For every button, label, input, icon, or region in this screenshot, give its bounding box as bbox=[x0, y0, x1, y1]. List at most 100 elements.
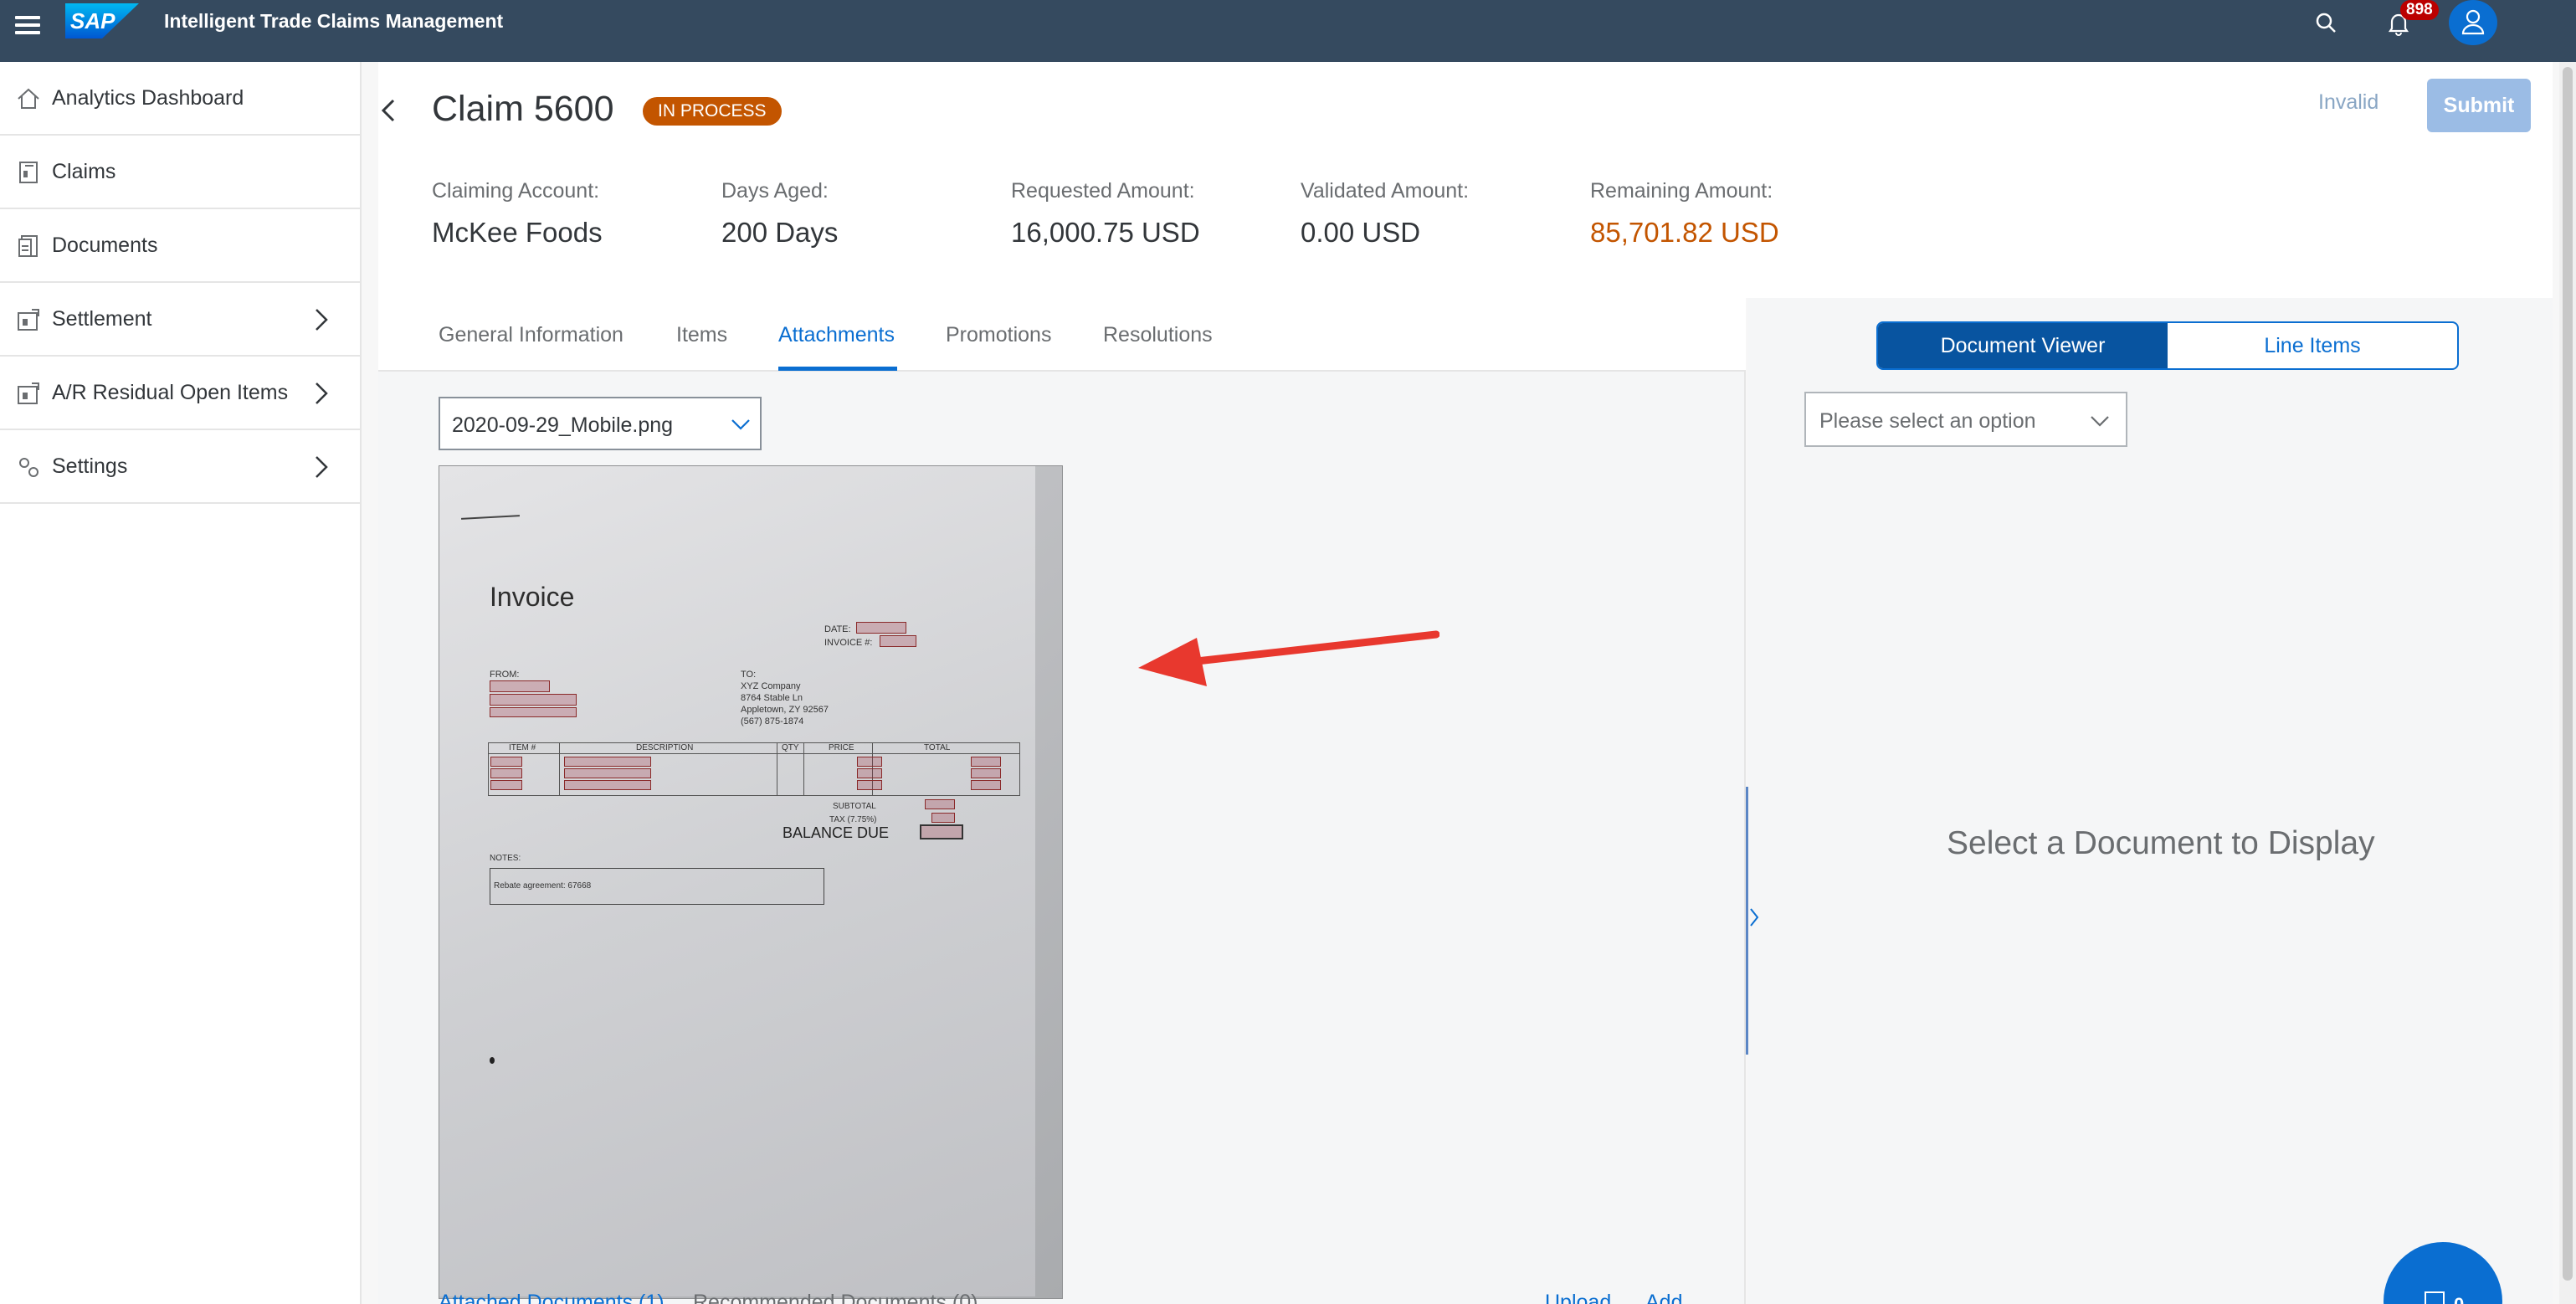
redacted-cell bbox=[490, 757, 522, 767]
sidebar-item-settings[interactable]: Settings bbox=[0, 430, 360, 504]
segment-document-viewer[interactable]: Document Viewer bbox=[1878, 323, 2168, 368]
sidebar-item-label: Documents bbox=[52, 234, 158, 257]
document-select-placeholder: Please select an option bbox=[1819, 409, 2036, 433]
chevron-right-icon bbox=[316, 382, 328, 404]
sidebar-item-label: A/R Residual Open Items bbox=[52, 381, 289, 404]
tab-attachments[interactable]: Attachments bbox=[778, 323, 895, 347]
tab-general-information[interactable]: General Information bbox=[439, 323, 623, 347]
attribute-value: McKee Foods bbox=[432, 217, 603, 248]
column-header: ITEM # bbox=[509, 743, 536, 752]
sidebar-item-claims[interactable]: Claims bbox=[0, 136, 360, 209]
attachment-file-select[interactable]: 2020-09-29_Mobile.png bbox=[439, 397, 762, 450]
table-rule bbox=[559, 743, 560, 795]
document-select[interactable]: Please select an option bbox=[1804, 392, 2127, 447]
invoice-preview-image: Invoice DATE: INVOICE #: FROM: TO: XYZ C… bbox=[439, 465, 1063, 1299]
column-header: TOTAL bbox=[924, 743, 951, 752]
sidebar-item-label: Analytics Dashboard bbox=[52, 86, 244, 110]
notes-text: Rebate agreement: 67668 bbox=[494, 881, 592, 891]
redacted-cell bbox=[857, 768, 882, 778]
invoice-to-line: Appletown, ZY 92567 bbox=[741, 705, 829, 715]
submit-button[interactable]: Submit bbox=[2427, 79, 2531, 132]
balance-due-label: BALANCE DUE bbox=[783, 824, 890, 841]
invoice-from-label: FROM: bbox=[490, 670, 520, 680]
menu-icon[interactable] bbox=[15, 12, 40, 37]
attribute-days-aged: Days Aged: 200 Days bbox=[721, 179, 838, 249]
attribute-requested-amount: Requested Amount: 16,000.75 USD bbox=[1011, 179, 1200, 249]
status-badge: IN PROCESS bbox=[643, 97, 782, 126]
comment-icon bbox=[2425, 1291, 2445, 1304]
comments-count: 0 bbox=[2454, 1294, 2464, 1304]
sidebar-item-ar-residual-open-items[interactable]: A/R Residual Open Items bbox=[0, 357, 360, 430]
sidebar-item-label: Settings bbox=[52, 454, 128, 478]
invoice-number-label: INVOICE #: bbox=[824, 638, 873, 648]
attribute-label: Days Aged: bbox=[721, 179, 829, 203]
user-avatar[interactable] bbox=[2449, 0, 2497, 45]
redacted-cell bbox=[857, 757, 882, 767]
search-icon[interactable] bbox=[2312, 8, 2342, 39]
svg-text:SAP: SAP bbox=[70, 8, 115, 33]
redacted-cell bbox=[857, 780, 882, 790]
active-tab-indicator bbox=[778, 367, 897, 371]
column-header: PRICE bbox=[829, 743, 854, 752]
document-viewer-pane bbox=[1747, 298, 2553, 1304]
sidebar-item-analytics-dashboard[interactable]: Analytics Dashboard bbox=[0, 62, 360, 136]
invoice-to-line: (567) 875-1874 bbox=[741, 716, 804, 726]
home-icon bbox=[18, 88, 39, 109]
annotation-arrow bbox=[1138, 630, 1439, 686]
invoice-paper: Invoice DATE: INVOICE #: FROM: TO: XYZ C… bbox=[439, 466, 1035, 1296]
attribute-label: Validated Amount: bbox=[1301, 179, 1470, 203]
sidebar-item-label: Settlement bbox=[52, 307, 152, 331]
redacted-subtotal bbox=[925, 799, 955, 809]
tab-resolutions[interactable]: Resolutions bbox=[1103, 323, 1213, 347]
redacted-balance bbox=[920, 824, 963, 839]
back-icon[interactable] bbox=[378, 95, 400, 126]
add-link[interactable]: Add bbox=[1645, 1291, 1682, 1304]
invalid-button[interactable]: Invalid bbox=[2318, 90, 2378, 115]
redacted-date bbox=[856, 622, 906, 634]
settlement-icon bbox=[18, 309, 39, 331]
paper-speck bbox=[490, 1057, 495, 1064]
attribute-value: 16,000.75 USD bbox=[1011, 217, 1200, 248]
redacted-cell bbox=[564, 757, 651, 767]
redacted-invoice-number bbox=[880, 635, 916, 647]
table-rule bbox=[803, 743, 804, 795]
sap-logo[interactable]: SAP bbox=[65, 3, 139, 39]
attribute-label: Claiming Account: bbox=[432, 179, 600, 203]
tab-items[interactable]: Items bbox=[676, 323, 727, 347]
column-header: QTY bbox=[782, 743, 799, 752]
redacted-tax bbox=[931, 813, 955, 823]
invoice-to-label: TO: bbox=[741, 670, 757, 680]
sidebar-item-label: Claims bbox=[52, 160, 116, 183]
gear-icon bbox=[19, 458, 38, 477]
upload-link[interactable]: Upload bbox=[1545, 1291, 1611, 1304]
tab-promotions[interactable]: Promotions bbox=[946, 323, 1051, 347]
redacted-cell bbox=[490, 768, 522, 778]
sidebar-item-documents[interactable]: Documents bbox=[0, 209, 360, 283]
selected-file-value: 2020-09-29_Mobile.png bbox=[452, 413, 674, 437]
attribute-label: Requested Amount: bbox=[1011, 179, 1195, 203]
scrollbar-thumb[interactable] bbox=[2563, 67, 2573, 1281]
attribute-remaining-amount: Remaining Amount: 85,701.82 USD bbox=[1590, 179, 1779, 249]
segment-line-items[interactable]: Line Items bbox=[2168, 323, 2457, 368]
attribute-value: 0.00 USD bbox=[1301, 217, 1421, 248]
attribute-claiming-account: Claiming Account: McKee Foods bbox=[432, 179, 603, 249]
chevron-right-icon bbox=[316, 456, 328, 478]
redacted-from-address bbox=[490, 694, 577, 706]
empty-state-message: Select a Document to Display bbox=[1947, 825, 2375, 861]
invoice-line-table: ITEM # DESCRIPTION QTY PRICE TOTAL bbox=[488, 742, 1020, 796]
redacted-cell bbox=[490, 780, 522, 790]
chevron-right-icon[interactable] bbox=[1747, 904, 1761, 931]
notes-box: Rebate agreement: 67668 bbox=[490, 868, 824, 905]
chevron-down-icon bbox=[2091, 416, 2109, 427]
tab-attached-documents[interactable]: Attached Documents (1) bbox=[439, 1291, 665, 1304]
app-title: Intelligent Trade Claims Management bbox=[164, 10, 504, 32]
sidebar-item-settlement[interactable]: Settlement bbox=[0, 283, 360, 357]
ar-icon bbox=[18, 382, 39, 404]
attribute-validated-amount: Validated Amount: 0.00 USD bbox=[1301, 179, 1469, 249]
side-navigation: Analytics Dashboard Claims Documents Set… bbox=[0, 62, 362, 1304]
redacted-from-name bbox=[490, 680, 550, 692]
claims-icon bbox=[19, 162, 38, 183]
tab-recommended-documents[interactable]: Recommended Documents (0) bbox=[693, 1291, 978, 1304]
column-header: DESCRIPTION bbox=[636, 743, 694, 752]
invoice-date-label: DATE: bbox=[824, 624, 851, 634]
